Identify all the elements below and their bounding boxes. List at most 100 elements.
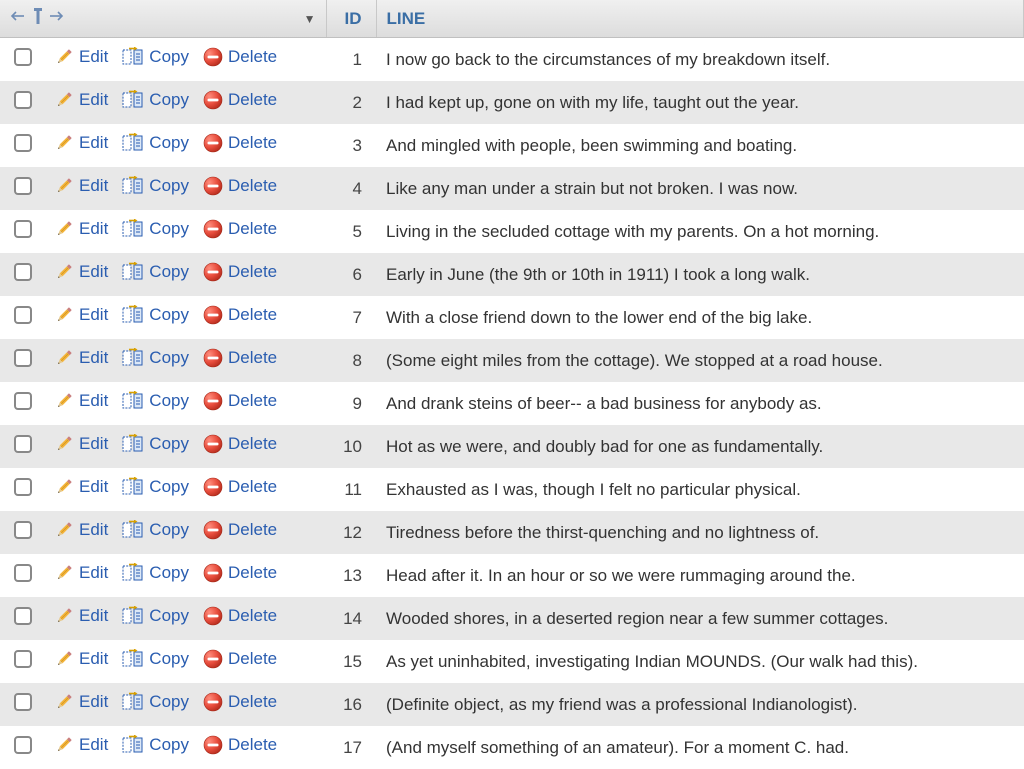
minus-circle-icon [203, 692, 223, 712]
table-row: Edit Copy Delete4Like any man under a st… [0, 167, 1024, 210]
delete-button[interactable]: Delete [203, 262, 277, 282]
edit-button[interactable]: Edit [54, 262, 108, 282]
copy-button[interactable]: Copy [122, 90, 189, 110]
row-checkbox[interactable] [14, 693, 32, 711]
row-checkbox[interactable] [14, 736, 32, 754]
delete-button[interactable]: Delete [203, 520, 277, 540]
copy-button[interactable]: Copy [122, 563, 189, 583]
copy-button[interactable]: Copy [122, 262, 189, 282]
copy-button[interactable]: Copy [122, 606, 189, 626]
edit-button[interactable]: Edit [54, 219, 108, 239]
copy-button[interactable]: Copy [122, 348, 189, 368]
row-checkbox[interactable] [14, 521, 32, 539]
edit-button[interactable]: Edit [54, 477, 108, 497]
line-cell: (And myself something of an amateur). Fo… [376, 726, 1024, 769]
delete-button[interactable]: Delete [203, 649, 277, 669]
delete-button-label: Delete [228, 520, 277, 540]
edit-button[interactable]: Edit [54, 434, 108, 454]
line-header[interactable]: LINE [376, 0, 1024, 38]
header-row: ▼ ID LINE [0, 0, 1024, 38]
minus-circle-icon [203, 391, 223, 411]
table-row: Edit Copy Delete8(Some eight miles from … [0, 339, 1024, 382]
edit-button[interactable]: Edit [54, 391, 108, 411]
row-checkbox[interactable] [14, 392, 32, 410]
copy-icon [122, 133, 144, 153]
id-header[interactable]: ID [326, 0, 376, 38]
edit-button[interactable]: Edit [54, 606, 108, 626]
delete-button[interactable]: Delete [203, 47, 277, 67]
row-checkbox[interactable] [14, 650, 32, 668]
row-checkbox[interactable] [14, 220, 32, 238]
copy-button-label: Copy [149, 563, 189, 583]
edit-button-label: Edit [79, 47, 108, 67]
copy-button[interactable]: Copy [122, 305, 189, 325]
edit-button[interactable]: Edit [54, 90, 108, 110]
pencil-icon [54, 692, 74, 712]
row-checkbox[interactable] [14, 564, 32, 582]
copy-icon [122, 391, 144, 411]
edit-button[interactable]: Edit [54, 692, 108, 712]
copy-button[interactable]: Copy [122, 477, 189, 497]
row-checkbox[interactable] [14, 91, 32, 109]
row-checkbox[interactable] [14, 177, 32, 195]
copy-button[interactable]: Copy [122, 219, 189, 239]
row-checkbox[interactable] [14, 435, 32, 453]
id-cell: 2 [326, 81, 376, 124]
delete-button[interactable]: Delete [203, 735, 277, 755]
id-cell: 11 [326, 468, 376, 511]
edit-button[interactable]: Edit [54, 133, 108, 153]
pencil-icon [54, 735, 74, 755]
edit-button[interactable]: Edit [54, 348, 108, 368]
table-row: Edit Copy Delete6Early in June (the 9th … [0, 253, 1024, 296]
delete-button[interactable]: Delete [203, 133, 277, 153]
delete-button[interactable]: Delete [203, 477, 277, 497]
id-cell: 6 [326, 253, 376, 296]
delete-button[interactable]: Delete [203, 692, 277, 712]
copy-button[interactable]: Copy [122, 735, 189, 755]
sort-icon[interactable]: ▼ [304, 12, 316, 26]
row-checkbox[interactable] [14, 263, 32, 281]
column-move-icon[interactable] [10, 6, 66, 26]
copy-icon [122, 305, 144, 325]
delete-button[interactable]: Delete [203, 434, 277, 454]
delete-button[interactable]: Delete [203, 219, 277, 239]
edit-button-label: Edit [79, 348, 108, 368]
delete-button[interactable]: Delete [203, 606, 277, 626]
table-row: Edit Copy Delete3And mingled with people… [0, 124, 1024, 167]
row-checkbox[interactable] [14, 607, 32, 625]
edit-button[interactable]: Edit [54, 305, 108, 325]
copy-button[interactable]: Copy [122, 692, 189, 712]
edit-button-label: Edit [79, 176, 108, 196]
copy-button[interactable]: Copy [122, 133, 189, 153]
row-checkbox[interactable] [14, 349, 32, 367]
delete-button[interactable]: Delete [203, 176, 277, 196]
copy-button[interactable]: Copy [122, 391, 189, 411]
delete-button-label: Delete [228, 649, 277, 669]
delete-button[interactable]: Delete [203, 563, 277, 583]
delete-button[interactable]: Delete [203, 348, 277, 368]
row-checkbox[interactable] [14, 134, 32, 152]
copy-button[interactable]: Copy [122, 520, 189, 540]
edit-button[interactable]: Edit [54, 649, 108, 669]
id-cell: 17 [326, 726, 376, 769]
row-checkbox[interactable] [14, 478, 32, 496]
copy-button[interactable]: Copy [122, 649, 189, 669]
delete-button[interactable]: Delete [203, 305, 277, 325]
edit-button[interactable]: Edit [54, 735, 108, 755]
copy-button[interactable]: Copy [122, 434, 189, 454]
copy-button[interactable]: Copy [122, 176, 189, 196]
copy-icon [122, 219, 144, 239]
edit-button[interactable]: Edit [54, 563, 108, 583]
row-checkbox[interactable] [14, 306, 32, 324]
copy-button[interactable]: Copy [122, 47, 189, 67]
delete-button[interactable]: Delete [203, 391, 277, 411]
copy-button-label: Copy [149, 477, 189, 497]
edit-button[interactable]: Edit [54, 47, 108, 67]
pencil-icon [54, 176, 74, 196]
delete-button[interactable]: Delete [203, 90, 277, 110]
row-checkbox[interactable] [14, 48, 32, 66]
edit-button[interactable]: Edit [54, 520, 108, 540]
table-row: Edit Copy Delete5Living in the secluded … [0, 210, 1024, 253]
minus-circle-icon [203, 305, 223, 325]
edit-button[interactable]: Edit [54, 176, 108, 196]
